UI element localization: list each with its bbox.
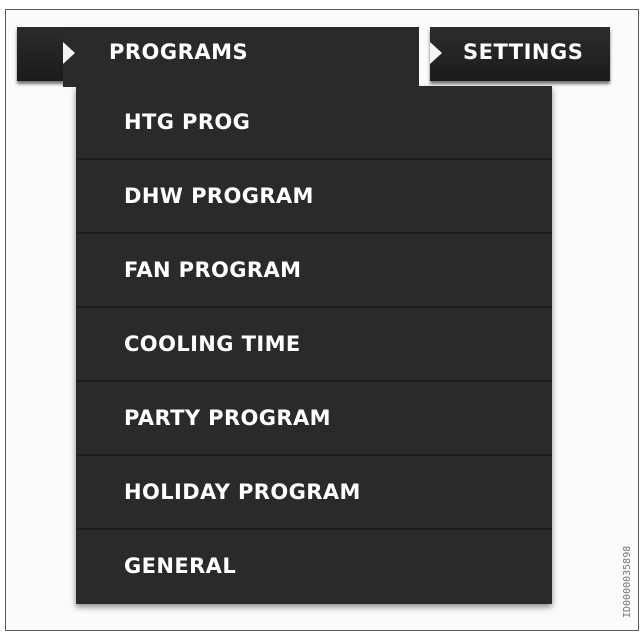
- menu-item-label: HTG PROG: [124, 110, 251, 134]
- tab-programs-label: PROGRAMS: [109, 40, 249, 64]
- tab-programs[interactable]: PROGRAMS: [63, 27, 419, 87]
- image-id-label: ID0000035898: [622, 545, 633, 618]
- menu-item-cooling-time[interactable]: COOLING TIME: [76, 308, 552, 382]
- tab-settings-label: SETTINGS: [463, 40, 584, 64]
- tab-arrow-icon: [430, 42, 442, 64]
- menu-screen: PROGRAMS SETTINGS HTG PROG DHW PROGRAM F…: [5, 9, 639, 631]
- menu-item-label: HOLIDAY PROGRAM: [124, 480, 361, 504]
- menu-item-general[interactable]: GENERAL: [76, 530, 552, 604]
- menu-item-holiday-program[interactable]: HOLIDAY PROGRAM: [76, 456, 552, 530]
- menu-item-label: PARTY PROGRAM: [124, 406, 331, 430]
- menu-item-htg-prog[interactable]: HTG PROG: [76, 86, 552, 160]
- menu-item-label: GENERAL: [124, 554, 237, 578]
- menu-item-label: FAN PROGRAM: [124, 258, 302, 282]
- menu-item-dhw-program[interactable]: DHW PROGRAM: [76, 160, 552, 234]
- tab-arrow-icon: [63, 42, 75, 64]
- menu-item-label: COOLING TIME: [124, 332, 301, 356]
- menu-item-party-program[interactable]: PARTY PROGRAM: [76, 382, 552, 456]
- tab-settings[interactable]: SETTINGS: [430, 27, 610, 81]
- menu-item-fan-program[interactable]: FAN PROGRAM: [76, 234, 552, 308]
- menu-item-label: DHW PROGRAM: [124, 184, 314, 208]
- previous-tab-stub[interactable]: [17, 27, 67, 81]
- programs-dropdown-menu: HTG PROG DHW PROGRAM FAN PROGRAM COOLING…: [76, 86, 552, 604]
